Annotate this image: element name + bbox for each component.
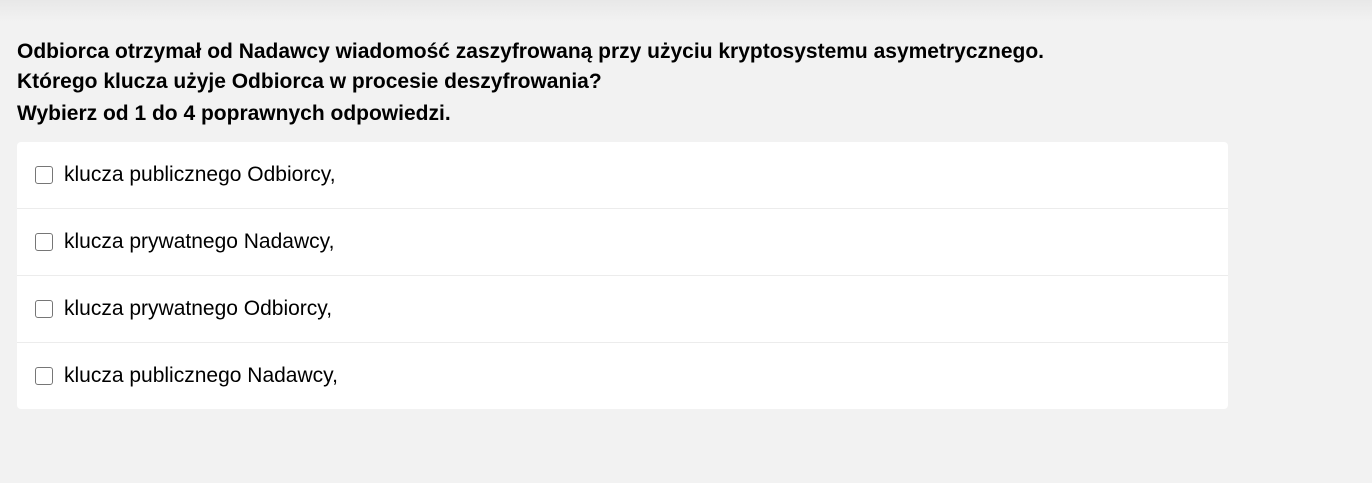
answer-option-4[interactable]: klucza publicznego Nadawcy,	[17, 343, 1228, 409]
answer-label: klucza prywatnego Odbiorcy,	[64, 297, 333, 320]
answer-option-3[interactable]: klucza prywatnego Odbiorcy,	[17, 276, 1228, 343]
answer-option-1[interactable]: klucza publicznego Odbiorcy,	[17, 142, 1228, 209]
checkbox-icon[interactable]	[35, 367, 53, 385]
answer-label: klucza prywatnego Nadawcy,	[64, 230, 335, 253]
question-line-2: Którego klucza użyje Odbiorca w procesie…	[17, 70, 602, 93]
checkbox-icon[interactable]	[35, 233, 53, 251]
checkbox-icon[interactable]	[35, 166, 53, 184]
checkbox-icon[interactable]	[35, 300, 53, 318]
answer-instruction: Wybierz od 1 do 4 poprawnych odpowiedzi.	[17, 102, 451, 125]
answer-option-2[interactable]: klucza prywatnego Nadawcy,	[17, 209, 1228, 276]
answer-label: klucza publicznego Nadawcy,	[64, 364, 338, 387]
answer-list: klucza publicznego Odbiorcy, klucza pryw…	[17, 142, 1228, 409]
answer-label: klucza publicznego Odbiorcy,	[64, 163, 336, 186]
question-line-1: Odbiorca otrzymał od Nadawcy wiadomość z…	[17, 40, 1044, 63]
question-text: Odbiorca otrzymał od Nadawcy wiadomość z…	[17, 37, 1317, 97]
